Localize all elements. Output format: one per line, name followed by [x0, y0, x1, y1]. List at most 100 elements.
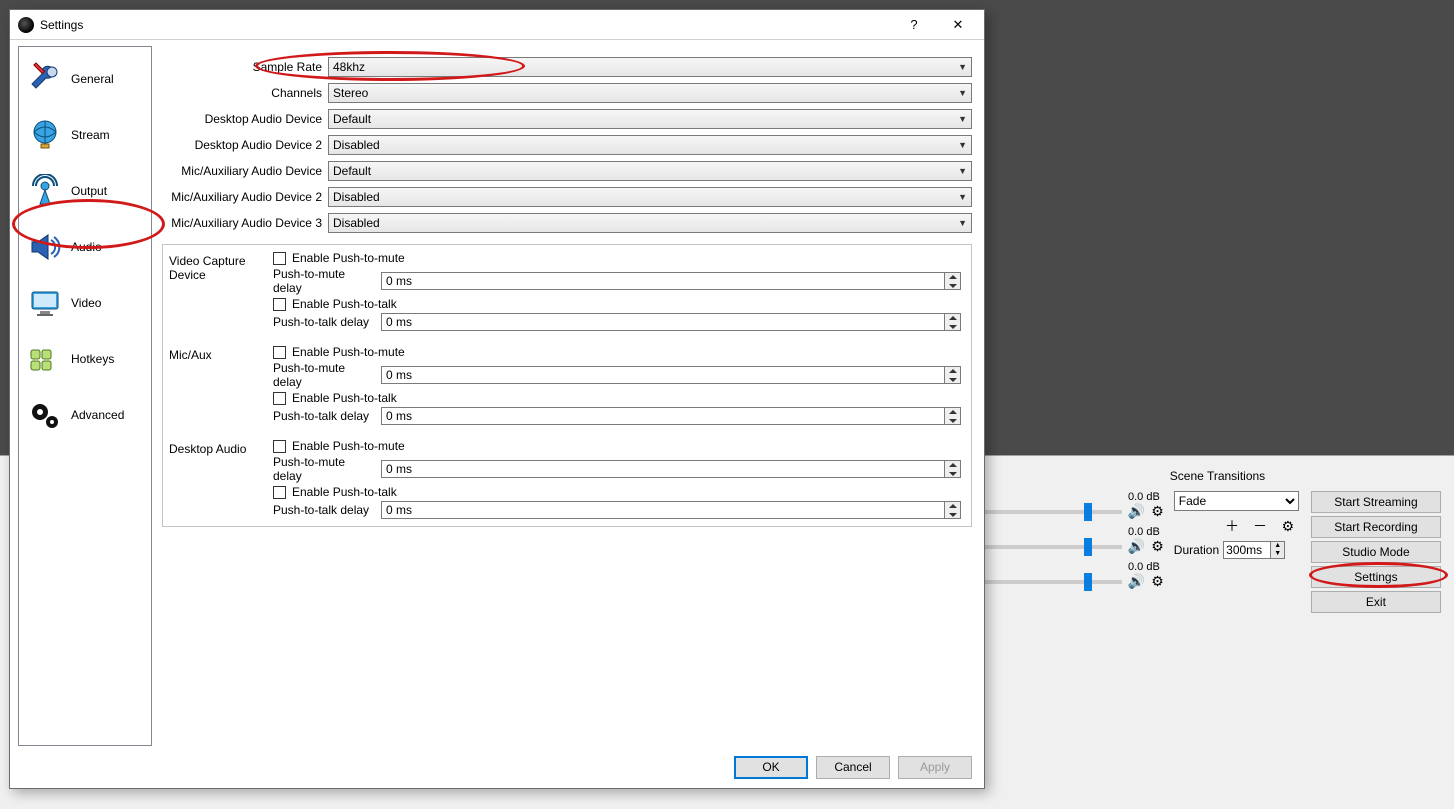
form-label: Channels	[162, 86, 328, 100]
mixer-slider-2[interactable]	[985, 580, 1122, 584]
dropdown-value: Disabled	[333, 190, 380, 204]
app-logo-icon	[18, 17, 34, 33]
enable-ptt-checkbox[interactable]	[273, 486, 286, 499]
sidebar-item-label: Audio	[71, 240, 102, 254]
speaker-icon[interactable]: 🔊	[1128, 538, 1145, 555]
apply-button: Apply	[898, 756, 972, 779]
scene-transitions-title: Scene Transitions	[985, 469, 1450, 483]
ptm-delay-spin[interactable]: 0 ms	[381, 272, 961, 290]
settings-main: Sample Rate48khz▼ChannelsStereo▼Desktop …	[162, 46, 976, 746]
mixer-slider-0[interactable]	[985, 510, 1122, 514]
sidebar-item-label: Hotkeys	[71, 352, 114, 366]
enable-ptt-checkbox[interactable]	[273, 298, 286, 311]
device-group-name: Desktop Audio	[163, 439, 273, 456]
settings-dialog: Settings ? ✕ General Stream O	[9, 9, 985, 789]
sidebar-item-general[interactable]: General	[19, 51, 151, 107]
settings-sidebar: General Stream Output Audio	[18, 46, 152, 746]
speaker-icon	[27, 229, 63, 265]
gear-icon[interactable]: ⚙	[1151, 573, 1164, 590]
dropdown-value: Stereo	[333, 86, 368, 100]
wrench-icon	[27, 61, 63, 97]
dropdown-1[interactable]: Stereo▼	[328, 83, 972, 103]
form-label: Mic/Auxiliary Audio Device	[162, 164, 328, 178]
device-group-name: Video Capture Device	[163, 251, 273, 282]
dropdown-6[interactable]: Disabled ▼	[328, 213, 972, 233]
minus-icon[interactable]: －	[1251, 517, 1269, 535]
gears-icon	[27, 397, 63, 433]
settings-button[interactable]: Settings	[1311, 566, 1441, 588]
sidebar-item-stream[interactable]: Stream	[19, 107, 151, 163]
sidebar-item-advanced[interactable]: Advanced	[19, 387, 151, 443]
chevron-down-icon: ▼	[958, 114, 967, 124]
sidebar-item-video[interactable]: Video	[19, 275, 151, 331]
gear-icon[interactable]: ⚙	[1151, 538, 1164, 555]
sidebar-item-audio[interactable]: Audio	[19, 219, 151, 275]
sidebar-item-hotkeys[interactable]: Hotkeys	[19, 331, 151, 387]
enable-ptm-label: Enable Push-to-mute	[292, 439, 405, 453]
dropdown-3[interactable]: Disabled ▼	[328, 135, 972, 155]
dropdown-value: Disabled	[333, 138, 380, 152]
sidebar-item-label: Video	[71, 296, 101, 310]
titlebar: Settings ? ✕	[10, 10, 984, 40]
chevron-down-icon: ▼	[958, 218, 967, 228]
enable-ptm-checkbox[interactable]	[273, 252, 286, 265]
help-button[interactable]: ?	[892, 11, 936, 39]
ok-button[interactable]: OK	[734, 756, 808, 779]
enable-ptt-label: Enable Push-to-talk	[292, 485, 397, 499]
duration-spinbox[interactable]: ▲▼	[1223, 541, 1285, 559]
dropdown-5[interactable]: Disabled▼	[328, 187, 972, 207]
form-label: Mic/Auxiliary Audio Device 2	[162, 190, 328, 204]
speaker-icon[interactable]: 🔊	[1128, 573, 1145, 590]
start-recording-button[interactable]: Start Recording	[1311, 516, 1441, 538]
enable-ptt-label: Enable Push-to-talk	[292, 297, 397, 311]
ptm-delay-spin[interactable]: 0 ms	[381, 366, 961, 384]
enable-ptm-label: Enable Push-to-mute	[292, 345, 405, 359]
exit-button[interactable]: Exit	[1311, 591, 1441, 613]
chevron-down-icon: ▼	[958, 166, 967, 176]
ptt-delay-spin[interactable]: 0 ms	[381, 407, 961, 425]
globe-icon	[27, 117, 63, 153]
ptt-delay-spin[interactable]: 0 ms	[381, 501, 961, 519]
enable-ptm-checkbox[interactable]	[273, 440, 286, 453]
chevron-down-icon: ▼	[958, 140, 967, 150]
dropdown-value: 48khz	[333, 60, 365, 74]
antenna-icon	[27, 173, 63, 209]
dropdown-0[interactable]: 48khz▼	[328, 57, 972, 77]
transition-select[interactable]: Fade	[1174, 491, 1299, 511]
sidebar-item-label: Output	[71, 184, 107, 198]
ptt-delay-spin[interactable]: 0 ms	[381, 313, 961, 331]
ptm-delay-label: Push-to-mute delay	[273, 267, 375, 295]
gear-icon[interactable]: ⚙	[1151, 503, 1164, 520]
enable-ptt-checkbox[interactable]	[273, 392, 286, 405]
gear-icon[interactable]: ⚙	[1279, 517, 1297, 535]
sidebar-item-label: Stream	[71, 128, 110, 142]
dialog-title: Settings	[40, 18, 892, 32]
ptt-delay-label: Push-to-talk delay	[273, 409, 375, 423]
close-button[interactable]: ✕	[936, 11, 980, 39]
device-group-name: Mic/Aux	[163, 345, 273, 362]
ptt-delay-label: Push-to-talk delay	[273, 315, 375, 329]
cancel-button[interactable]: Cancel	[816, 756, 890, 779]
mixer-slider-1[interactable]	[985, 545, 1122, 549]
enable-ptt-label: Enable Push-to-talk	[292, 391, 397, 405]
dropdown-4[interactable]: Default ▼	[328, 161, 972, 181]
mixer-db-2: 0.0 dB	[985, 561, 1164, 573]
dropdown-2[interactable]: Default ▼	[328, 109, 972, 129]
start-streaming-button[interactable]: Start Streaming	[1311, 491, 1441, 513]
form-label: Sample Rate	[162, 60, 328, 74]
studio-mode-button[interactable]: Studio Mode	[1311, 541, 1441, 563]
form-label: Desktop Audio Device	[162, 112, 328, 126]
ptt-delay-label: Push-to-talk delay	[273, 503, 375, 517]
ptm-delay-spin[interactable]: 0 ms	[381, 460, 961, 478]
dropdown-value: Default	[333, 112, 371, 126]
plus-icon[interactable]: ＋	[1223, 517, 1241, 535]
speaker-icon[interactable]: 🔊	[1128, 503, 1145, 520]
dropdown-value: Disabled	[333, 216, 380, 230]
dropdown-value: Default	[333, 164, 371, 178]
enable-ptm-checkbox[interactable]	[273, 346, 286, 359]
duration-label: Duration	[1174, 543, 1219, 557]
sidebar-item-label: Advanced	[71, 408, 124, 422]
sidebar-item-output[interactable]: Output	[19, 163, 151, 219]
mixer-db-0: 0.0 dB	[985, 491, 1164, 503]
duration-input[interactable]	[1224, 542, 1270, 558]
